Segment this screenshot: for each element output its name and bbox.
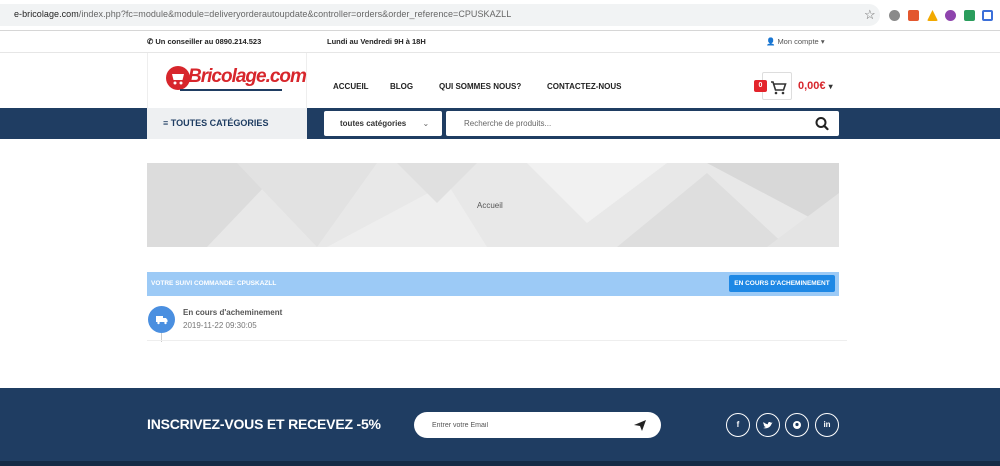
category-select-text: toutes catégories	[340, 119, 407, 128]
account-menu[interactable]: 👤 Mon compte ▾	[766, 37, 825, 46]
browser-toolbar: e-bricolage.com/index.php?fc=module&modu…	[0, 0, 1000, 31]
extension-icon-6[interactable]	[982, 10, 993, 21]
truck-icon	[148, 306, 175, 333]
url-path: /index.php?fc=module&module=deliveryorde…	[78, 9, 512, 19]
logo-cart-icon	[166, 66, 190, 90]
cart-count-badge: 0	[754, 80, 767, 92]
all-categories-text: TOUTES CATÉGORIES	[170, 118, 269, 128]
extension-icon-1[interactable]	[889, 10, 900, 21]
extension-icon-3[interactable]	[927, 10, 938, 21]
nav-contactez-nous[interactable]: CONTACTEZ-NOUS	[547, 82, 622, 91]
cart-total-value: 0,00€	[798, 80, 826, 92]
tracking-divider	[147, 340, 847, 341]
category-select-value[interactable]: toutes catégories ⌄	[340, 119, 429, 128]
newsletter-email-input[interactable]	[432, 416, 622, 434]
user-icon: 👤	[766, 37, 776, 46]
extension-icon-4[interactable]	[945, 10, 956, 21]
account-label: Mon compte	[777, 37, 819, 46]
search-icon	[815, 117, 829, 131]
phone-info: ✆ Un conseiller au 0890.214.523	[147, 37, 261, 46]
search-input[interactable]	[464, 114, 794, 133]
newsletter-title: INSCRIVEZ-VOUS ET RECEVEZ -5%	[147, 416, 381, 432]
nav-qui-sommes-nous[interactable]: QUI SOMMES NOUS?	[439, 82, 521, 91]
twitter-icon[interactable]	[756, 413, 780, 437]
bookmark-star-icon[interactable]: ☆	[864, 8, 876, 21]
logo-text: Bricolage.com	[188, 66, 307, 87]
url-host: e-bricolage.com	[14, 9, 79, 19]
tracking-event-date: 2019-11-22 09:30:05	[183, 321, 257, 330]
newsletter-send-button[interactable]	[630, 416, 650, 434]
facebook-icon[interactable]: f	[726, 413, 750, 437]
tracking-status-badge: EN COURS D'ACHEMINEMENT	[729, 275, 835, 292]
address-bar[interactable]: e-bricolage.com/index.php?fc=module&modu…	[0, 4, 880, 26]
caret-down-icon: ▾	[820, 37, 825, 46]
phone-text: Un conseiller au 0890.214.523	[155, 37, 262, 46]
tracking-event-title: En cours d'acheminement	[183, 308, 283, 317]
top-info-bar: ✆ Un conseiller au 0890.214.523 Lundi au…	[0, 31, 1000, 53]
cart-total[interactable]: 0,00€ ▾	[798, 80, 833, 92]
logo-underline	[180, 89, 282, 91]
footer-bottom-strip	[0, 461, 1000, 466]
tracking-title: VOTRE SUIVI COMMANDE: CPUSKAZLL	[151, 280, 277, 287]
caret-down-icon: ▾	[828, 82, 833, 91]
extension-icon-2[interactable]	[908, 10, 919, 21]
extension-icon-5[interactable]	[964, 10, 975, 21]
menu-icon: ≡	[163, 118, 171, 128]
breadcrumb-home[interactable]: Accueil	[477, 201, 503, 210]
nav-accueil[interactable]: ACCUEIL	[333, 82, 369, 91]
cart-icon	[771, 81, 787, 95]
chevron-down-icon: ⌄	[422, 119, 430, 128]
all-categories-label[interactable]: ≡ TOUTES CATÉGORIES	[163, 118, 268, 128]
pinterest-icon[interactable]	[785, 413, 809, 437]
send-icon	[634, 420, 646, 431]
nav-blog[interactable]: BLOG	[390, 82, 413, 91]
url-text[interactable]: e-bricolage.com/index.php?fc=module&modu…	[14, 9, 511, 19]
search-button[interactable]	[810, 113, 834, 134]
hours-text: Lundi au Vendredi 9H à 18H	[327, 37, 426, 46]
linkedin-icon[interactable]: in	[815, 413, 839, 437]
